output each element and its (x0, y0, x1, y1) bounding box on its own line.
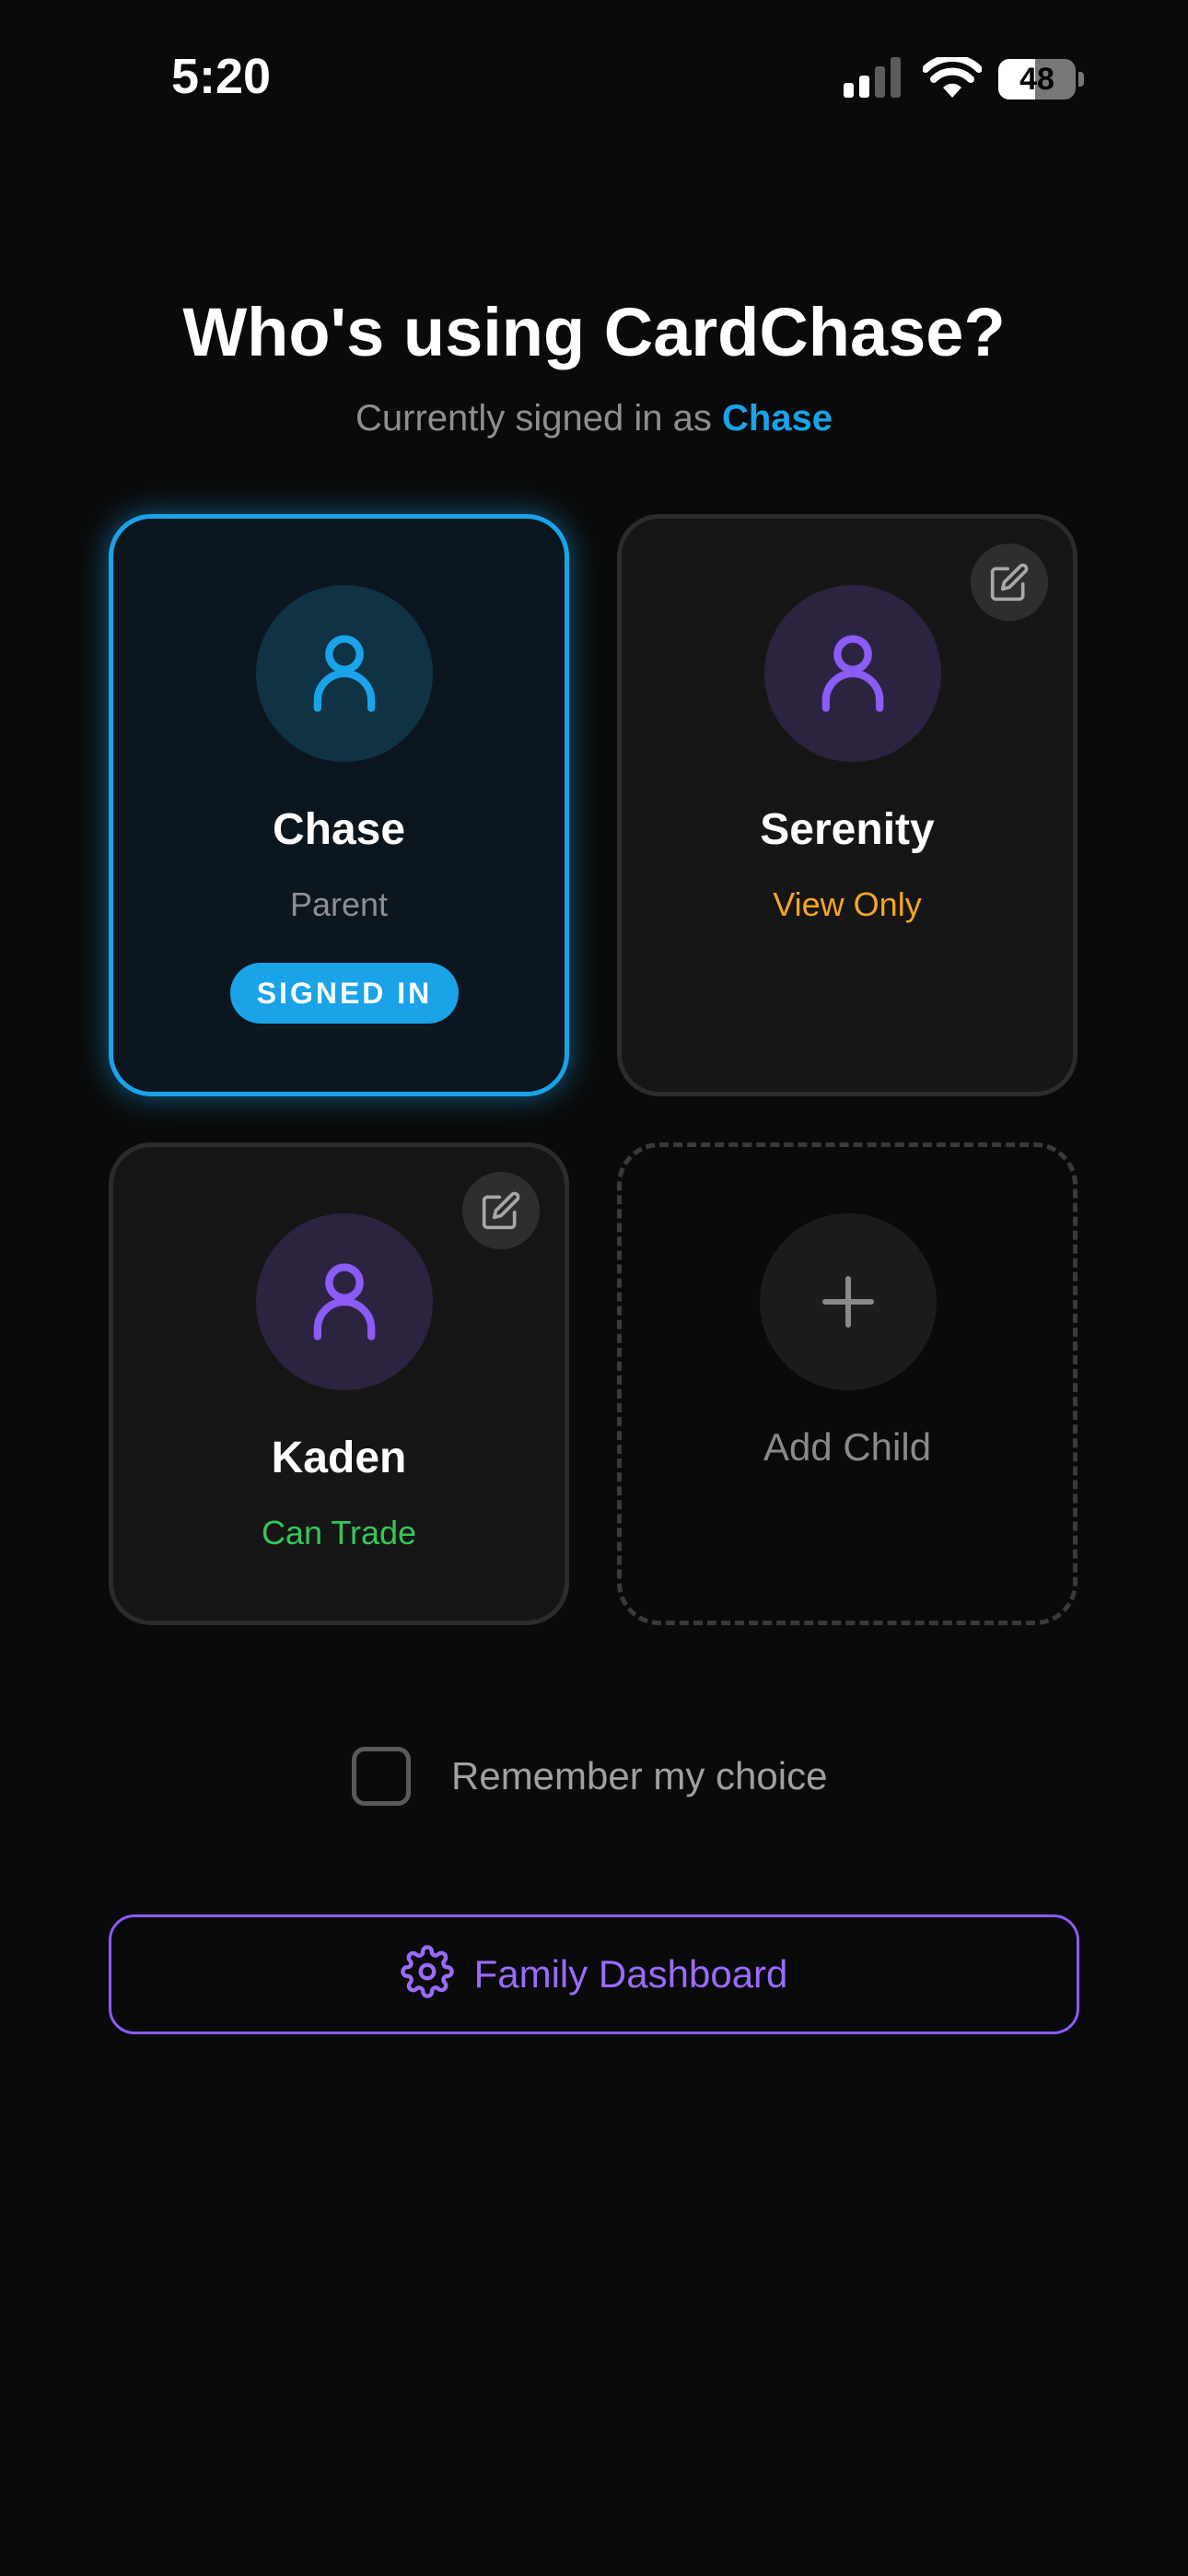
add-child-circle (760, 1213, 937, 1390)
battery-icon: 48 (998, 59, 1087, 101)
family-dashboard-label: Family Dashboard (473, 1952, 788, 1996)
edit-profile-button[interactable] (971, 544, 1048, 621)
battery-percent: 48 (1019, 62, 1054, 97)
user-icon (821, 635, 884, 712)
subtitle-prefix: Currently signed in as (355, 398, 722, 439)
wifi-icon (923, 57, 982, 98)
edit-icon (990, 563, 1029, 602)
signed-in-subtitle: Currently signed in as Chase (0, 398, 1188, 439)
profile-role: Parent (289, 885, 389, 923)
profile-card-serenity[interactable]: Serenity View Only (617, 514, 1077, 1096)
plus-icon (822, 1276, 874, 1328)
profile-role: Can Trade (261, 1514, 417, 1551)
edit-icon (482, 1191, 520, 1230)
family-dashboard-button[interactable]: Family Dashboard (109, 1914, 1079, 2034)
remember-checkbox[interactable] (352, 1747, 411, 1806)
edit-profile-button[interactable] (462, 1172, 540, 1249)
add-child-card[interactable]: Add Child (617, 1142, 1077, 1625)
profile-name: Kaden (271, 1434, 407, 1482)
cellular-signal-icon (844, 57, 901, 98)
avatar (256, 585, 433, 762)
profile-name: Chase (272, 805, 406, 854)
profile-card-kaden[interactable]: Kaden Can Trade (109, 1142, 569, 1625)
profile-name: Serenity (760, 805, 935, 854)
avatar (256, 1213, 433, 1390)
gear-icon (400, 1945, 454, 1998)
remember-label: Remember my choice (451, 1754, 828, 1797)
signed-in-user-name: Chase (721, 398, 833, 439)
profile-card-chase[interactable]: Chase Parent SIGNED IN (109, 514, 569, 1096)
page-title: Who's using CardChase? (182, 294, 1006, 370)
user-icon (313, 635, 376, 712)
add-child-label: Add Child (763, 1425, 932, 1469)
user-icon (313, 1263, 376, 1341)
status-time: 5:20 (171, 49, 272, 104)
profile-role: View Only (773, 885, 922, 923)
avatar (764, 585, 941, 762)
signed-in-badge: SIGNED IN (230, 963, 459, 1024)
